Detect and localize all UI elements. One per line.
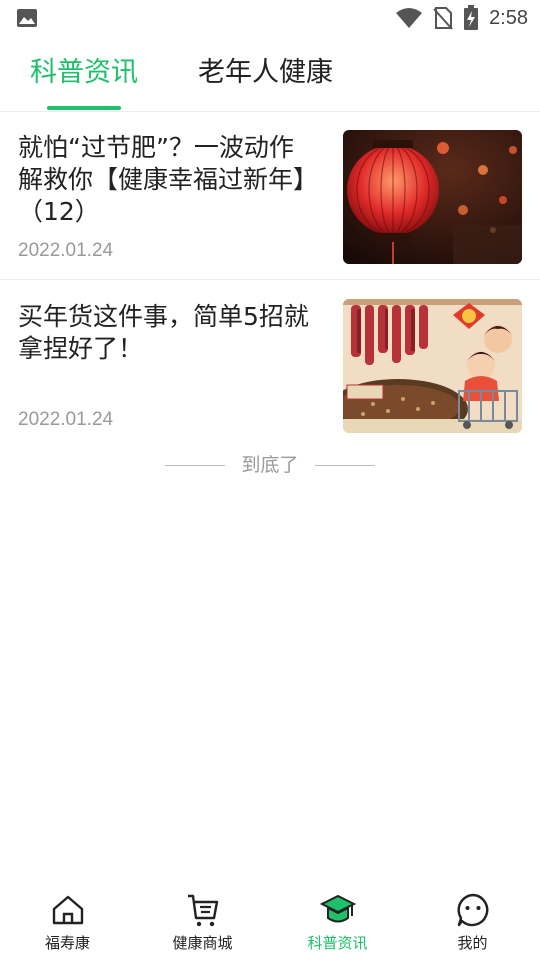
- battery-charging-icon: [464, 5, 479, 30]
- nav-item-profile[interactable]: 我的: [405, 880, 540, 960]
- graduation-cap-icon: [319, 894, 356, 923]
- tab-science-news[interactable]: 科普资讯: [30, 36, 138, 112]
- active-tab-indicator: [47, 106, 121, 110]
- article-title: 就怕“过节肥”？一波动作解救你【健康幸福过新年】（12）: [18, 133, 319, 226]
- cart-icon: [187, 894, 218, 927]
- article-date: 2022.01.24: [18, 240, 114, 261]
- smiley-face-icon: [457, 893, 488, 927]
- nav-item-science[interactable]: 科普资讯: [270, 880, 405, 960]
- article-item[interactable]: 就怕“过节肥”？一波动作解救你【健康幸福过新年】（12） 2022.01.24: [0, 112, 540, 280]
- nav-label-home: 福寿康: [44, 934, 90, 952]
- list-end-label: 到底了: [241, 454, 299, 476]
- wifi-icon: [396, 8, 423, 28]
- list-end-indicator: 到底了: [0, 452, 540, 478]
- nav-item-shop[interactable]: 健康商城: [135, 880, 270, 960]
- article-date: 2022.01.24: [18, 409, 114, 430]
- article-thumbnail-new-year-shopping: [343, 299, 522, 433]
- image-notification-icon: [17, 9, 37, 27]
- bottom-nav: 福寿康 健康商城 科普资讯 我的: [0, 880, 540, 960]
- home-icon: [52, 895, 83, 925]
- nav-label-shop: 健康商城: [172, 934, 233, 952]
- nav-label-science: 科普资讯: [307, 934, 368, 952]
- article-thumbnail-lantern: [343, 130, 522, 264]
- article-item[interactable]: 买年货这件事，简单5招就拿捏好了！ 2022.01.24: [0, 281, 540, 449]
- status-time: 2:58: [489, 6, 528, 29]
- article-title: 买年货这件事，简单5招就拿捏好了！: [18, 302, 309, 363]
- nav-label-profile: 我的: [457, 934, 488, 952]
- divider-right: [315, 465, 375, 466]
- tab-elderly-health[interactable]: 老年人健康: [198, 36, 333, 112]
- no-sim-icon: [433, 7, 453, 30]
- category-tabs: 科普资讯 老年人健康: [0, 36, 540, 112]
- nav-item-home[interactable]: 福寿康: [0, 880, 135, 960]
- status-bar: 2:58: [0, 0, 540, 36]
